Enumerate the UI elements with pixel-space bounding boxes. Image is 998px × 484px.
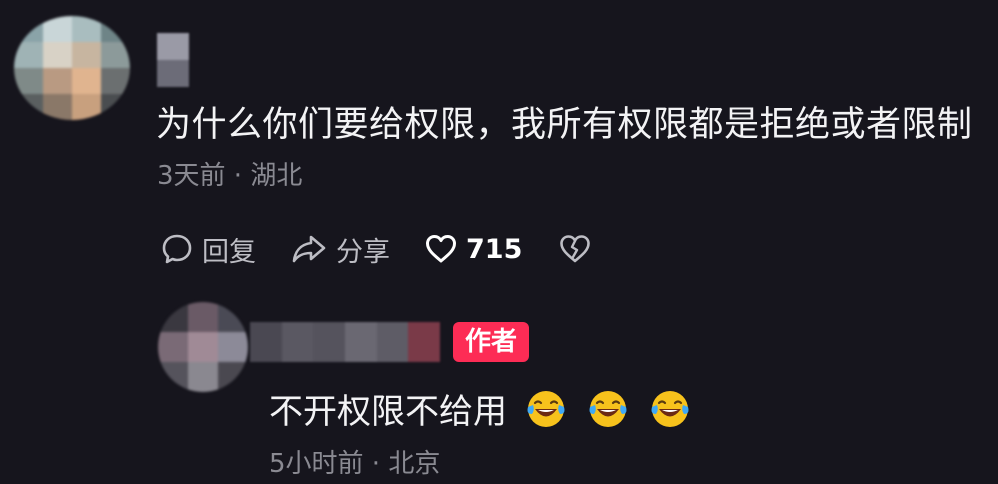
reply-button[interactable]: 回复: [160, 230, 256, 269]
laughing-crying-emoji-icon: [527, 390, 565, 427]
share-label: 分享: [336, 236, 390, 268]
comment-meta: 3天前 · 湖北: [157, 161, 303, 191]
comment-text: 为什么你们要给权限，我所有权限都是拒绝或者限制: [156, 105, 973, 145]
username[interactable]: [157, 33, 189, 87]
laughing-crying-emoji-icon: [651, 390, 689, 427]
reply-avatar[interactable]: [158, 302, 248, 392]
comment-thread: 为什么你们要给权限，我所有权限都是拒绝或者限制 3天前 · 湖北 回复 分享 7…: [0, 0, 998, 484]
share-button[interactable]: 分享: [290, 230, 390, 269]
comment-actions: 回复 分享 715: [160, 226, 592, 272]
avatar[interactable]: [14, 16, 130, 120]
like-button[interactable]: 715: [424, 233, 522, 265]
reply-meta: 5小时前 · 北京: [269, 449, 441, 479]
laughing-crying-emoji-icon: [589, 390, 627, 427]
like-count: 715: [466, 233, 523, 265]
dislike-button[interactable]: [558, 233, 592, 265]
reply-bubble-icon: [162, 234, 192, 264]
author-badge: 作者: [453, 322, 529, 362]
share-arrow-icon: [292, 235, 326, 263]
reply-username[interactable]: [250, 322, 440, 362]
reply-label: 回复: [202, 236, 256, 268]
broken-heart-icon: [560, 235, 591, 263]
heart-icon: [426, 235, 456, 263]
reply-text: 不开权限不给用: [269, 392, 507, 432]
reply-content: 不开权限不给用: [269, 384, 691, 433]
